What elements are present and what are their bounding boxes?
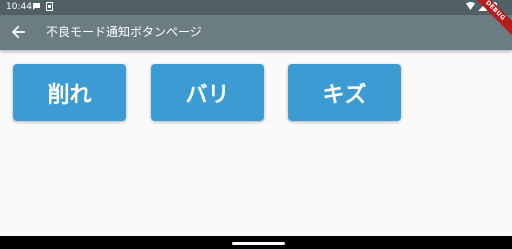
wifi-icon	[466, 2, 475, 12]
message-icon	[32, 2, 41, 12]
defect-button-kizu[interactable]: キズ	[288, 64, 401, 121]
page-title: 不良モード通知ボタンページ	[46, 25, 202, 39]
sim-icon	[45, 2, 54, 12]
back-button[interactable]	[6, 20, 30, 44]
status-bar: 10:44	[0, 0, 512, 15]
home-indicator[interactable]	[232, 242, 285, 245]
arrow-back-icon	[11, 25, 25, 39]
app-bar: 不良モード通知ボタンページ	[0, 15, 512, 50]
defect-button-bari[interactable]: バリ	[151, 64, 264, 121]
status-time: 10:44	[6, 2, 32, 12]
defect-button-kezure[interactable]: 削れ	[13, 64, 126, 121]
